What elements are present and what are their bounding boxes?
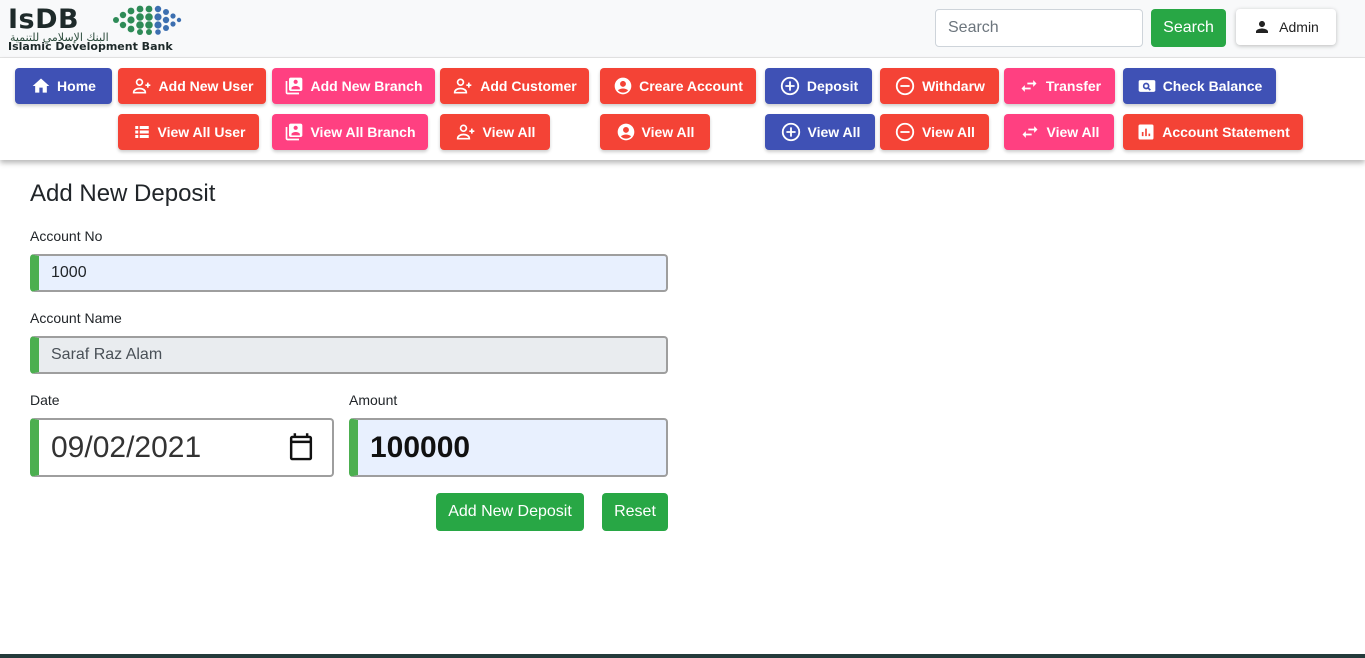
transfer-button[interactable]: Transfer [1004,68,1115,104]
withdraw-button[interactable]: Withdarw [880,68,999,104]
home-label: Home [57,78,96,94]
reset-button[interactable]: Reset [602,493,668,531]
create-account-label: Creare Account [639,78,743,94]
view-all-branch-label: View All Branch [310,124,416,140]
deposit-label: Deposit [806,78,859,94]
calendar-icon[interactable] [286,432,316,464]
amount-label: Amount [349,392,398,408]
view-all-deposit-label: View All [807,124,861,140]
view-all-withdraw-label: View All [922,124,975,140]
home-icon [32,78,50,93]
remove-circle-icon [895,76,915,96]
list-icon [134,126,149,138]
footer-strip [0,654,1365,658]
view-all-transfer-button[interactable]: View All [1004,114,1114,150]
add-customer-button[interactable]: Add Customer [440,68,589,104]
home-button[interactable]: Home [15,68,112,104]
person-add-icon [454,78,472,94]
view-all-transfer-label: View All [1046,124,1100,140]
person-icon [1256,21,1269,33]
logo-subtitle: Islamic Development Bank [8,40,173,53]
create-account-button[interactable]: Creare Account [600,68,756,104]
bar-chart-icon [1138,124,1154,140]
globe-logo-icon [113,5,182,35]
add-new-branch-button[interactable]: Add New Branch [272,68,435,104]
amount-input[interactable]: 100000 [349,418,668,477]
view-all-customer-label: View All [482,124,536,140]
swap-arrows-icon [1022,126,1038,138]
account-statement-label: Account Statement [1162,124,1290,140]
view-all-branch-button[interactable]: View All Branch [272,114,428,150]
add-new-deposit-button[interactable]: Add New Deposit [436,493,584,531]
account-name-value: Saraf Raz Alam [51,346,163,363]
account-circle-icon [617,123,634,141]
account-no-input[interactable]: 1000 [30,254,668,292]
add-new-user-button[interactable]: Add New User [118,68,266,104]
top-header: IsDB البنك الإسلامي للتنمية Islamic Deve… [0,0,1365,58]
remove-circle-icon [895,122,915,142]
amount-value: 100000 [370,430,471,464]
view-all-account-button[interactable]: View All [600,114,710,150]
swap-arrows-icon [1021,80,1037,92]
contacts-book-icon [286,123,303,141]
person-add-icon [456,124,474,140]
search-input[interactable] [935,9,1143,47]
search-button[interactable]: Search [1151,9,1226,47]
balance-search-icon [1138,80,1156,92]
add-new-user-label: Add New User [158,78,254,94]
person-add-icon [132,78,150,94]
account-no-label: Account No [30,228,103,244]
date-value: 09/02/2021 [51,430,202,464]
transfer-label: Transfer [1045,78,1102,94]
isdb-logo[interactable]: IsDB البنك الإسلامي للتنمية Islamic Deve… [6,4,196,54]
view-all-user-label: View All User [157,124,246,140]
view-all-customer-button[interactable]: View All [440,114,550,150]
date-input[interactable]: 09/02/2021 [30,418,334,477]
view-all-withdraw-button[interactable]: View All [880,114,989,150]
account-name-field: Saraf Raz Alam [30,336,668,374]
account-name-label: Account Name [30,310,122,326]
add-circle-icon [780,76,799,96]
page-title: Add New Deposit [30,180,216,207]
view-all-deposit-button[interactable]: View All [765,114,875,150]
check-balance-label: Check Balance [1162,78,1263,94]
date-label: Date [30,392,60,408]
main-navigation: Home Add New User Add New Branch Add Cus… [0,58,1365,160]
add-circle-icon [781,122,800,142]
account-statement-button[interactable]: Account Statement [1123,114,1303,150]
check-balance-button[interactable]: Check Balance [1123,68,1276,104]
withdraw-label: Withdarw [922,78,985,94]
deposit-button[interactable]: Deposit [765,68,872,104]
view-all-account-label: View All [641,124,695,140]
admin-label: Admin [1279,19,1319,35]
add-new-branch-label: Add New Branch [310,78,423,94]
add-customer-label: Add Customer [480,78,577,94]
admin-user-button[interactable]: Admin [1236,9,1336,45]
account-no-value: 1000 [51,264,87,281]
view-all-user-button[interactable]: View All User [118,114,259,150]
account-circle-icon [614,77,632,95]
contacts-book-icon [286,77,303,95]
